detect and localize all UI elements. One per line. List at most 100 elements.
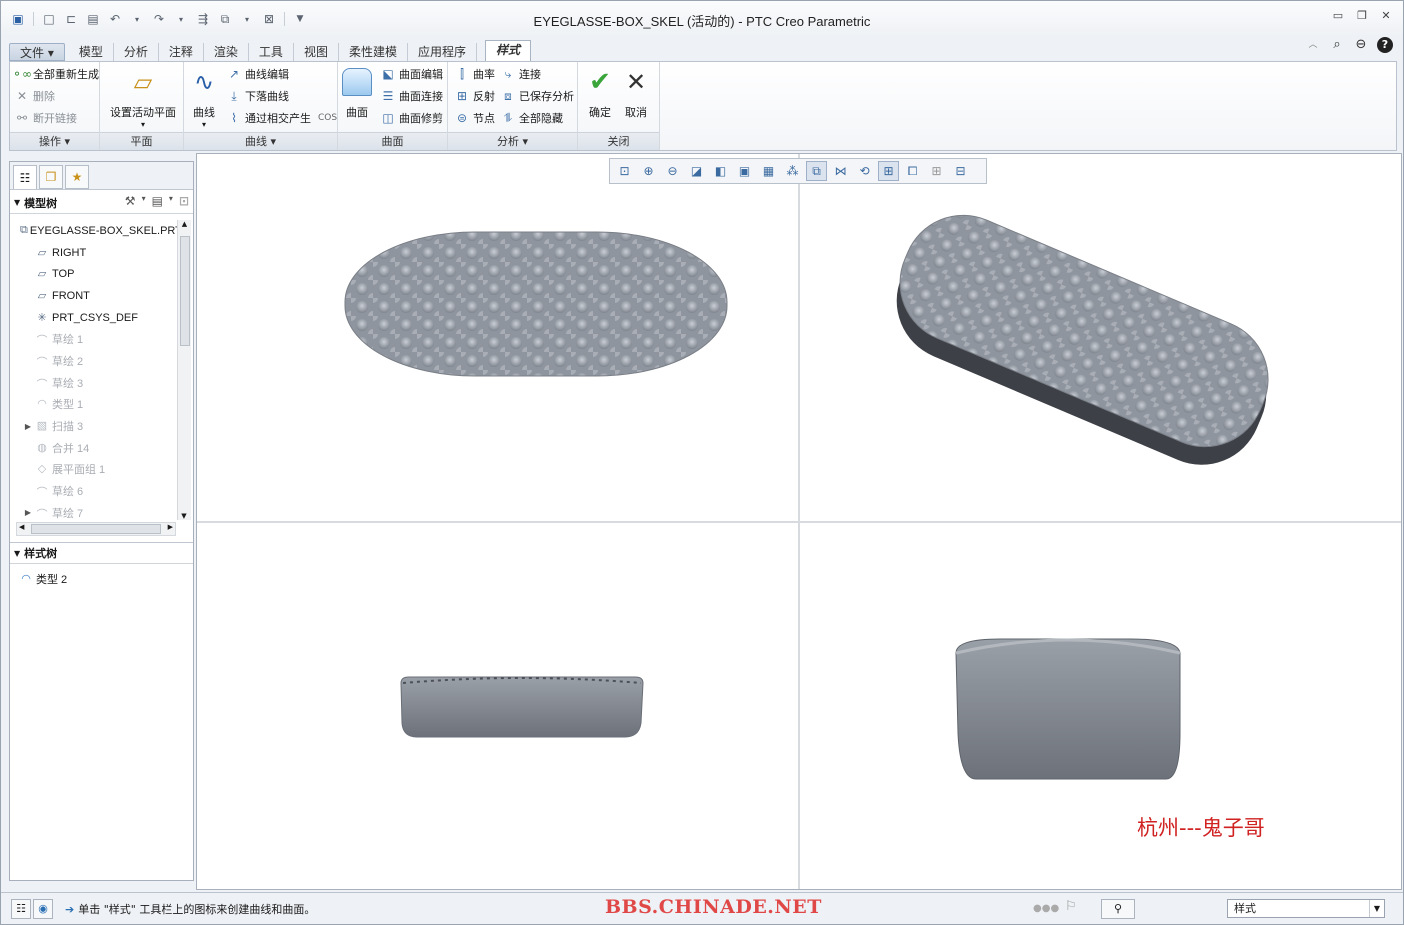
tree-item[interactable]: ▱ TOP bbox=[10, 263, 177, 285]
delete-button[interactable]: ✕ 删除 bbox=[14, 86, 55, 106]
merge-icon: ◍ bbox=[37, 441, 47, 454]
tree-item[interactable]: ▱ FRONT bbox=[10, 285, 177, 307]
ok-button[interactable]: ✔ 确定 bbox=[584, 66, 616, 120]
model-tree-tab-icon[interactable]: ☷ bbox=[13, 165, 37, 189]
folder-browser-tab-icon[interactable]: ❐ bbox=[39, 165, 63, 189]
box-side-view[interactable] bbox=[955, 638, 1181, 780]
flag-icon[interactable]: ⚐ bbox=[1065, 899, 1077, 914]
tree-item[interactable]: ▱ RIGHT bbox=[10, 242, 177, 264]
tree-item[interactable]: ◍ 合并 14 bbox=[10, 437, 177, 459]
break-link-button[interactable]: ⚯ 断开链接 bbox=[14, 108, 77, 128]
tree-item[interactable]: ✳ PRT_CSYS_DEF bbox=[10, 307, 177, 329]
tree-item[interactable]: ⌒ 草绘 3 bbox=[10, 372, 177, 394]
find-icon[interactable]: ⚲ bbox=[1101, 899, 1135, 919]
tab-render[interactable]: 渲染 bbox=[204, 43, 249, 61]
toggle-navigator-icon[interactable]: ☷ bbox=[11, 899, 31, 919]
minimize-ribbon-icon[interactable]: ︿ bbox=[1305, 37, 1321, 53]
group-footer-plane: 平面 bbox=[100, 132, 183, 150]
tree-item[interactable]: ▶ ⌒ 草绘 7 bbox=[10, 502, 177, 520]
tree-item[interactable]: ⌒ 草绘 6 bbox=[10, 480, 177, 502]
community-icon[interactable]: ⊖ bbox=[1353, 37, 1369, 53]
model-view-top-right[interactable] bbox=[800, 154, 1401, 521]
model-tree-header[interactable]: ▼ 模型树 ⚒ ▾ ▤ ▾ ⊡ bbox=[10, 192, 193, 214]
dropdown-icon: ▾ bbox=[140, 120, 145, 129]
surface-edit-button[interactable]: ⬕ 曲面编辑 bbox=[380, 64, 443, 84]
scroll-down-icon[interactable]: ▼ bbox=[178, 512, 190, 520]
tree-vertical-scrollbar[interactable]: ▲ ▼ bbox=[177, 220, 191, 520]
scroll-left-icon[interactable]: ◀ bbox=[19, 523, 24, 531]
tree-item-label: RIGHT bbox=[52, 246, 87, 259]
scroll-right-icon[interactable]: ▶ bbox=[168, 523, 173, 531]
saved-analysis-button[interactable]: ⧈ 已保存分析 bbox=[500, 86, 574, 106]
style-tree-item[interactable]: ◠ 类型 2 bbox=[18, 568, 67, 590]
set-active-plane-button[interactable]: ▱ 设置活动平面 ▾ bbox=[110, 66, 176, 129]
tab-flexible-modeling[interactable]: 柔性建模 bbox=[339, 43, 408, 61]
group-surfaces: 曲面 ⬕ 曲面编辑 ☰ 曲面连接 ◫ 曲面修剪 曲面 bbox=[338, 62, 448, 150]
footer-label: 曲线 bbox=[244, 135, 267, 148]
hide-all-button[interactable]: ⥮ 全部隐藏 bbox=[500, 108, 563, 128]
tab-file[interactable]: 文件 ▾ bbox=[9, 43, 65, 61]
intersect-curve-button[interactable]: ⌇ 通过相交产生 COS bbox=[226, 108, 337, 128]
settings-dropdown-icon[interactable]: ▾ bbox=[142, 194, 146, 208]
scroll-thumb[interactable] bbox=[180, 236, 190, 346]
search-icon[interactable]: ⌕ bbox=[1329, 37, 1345, 53]
style-tree-header[interactable]: ▼ 样式树 bbox=[10, 542, 193, 564]
tab-analysis[interactable]: 分析 bbox=[114, 43, 159, 61]
help-icon[interactable]: ? bbox=[1377, 37, 1393, 53]
selection-filter-select[interactable]: 样式 ▼ bbox=[1227, 899, 1385, 918]
dropdown-arrow-icon[interactable]: ▼ bbox=[1369, 900, 1384, 917]
group-footer-operations[interactable]: 操作 ▾ bbox=[10, 132, 99, 150]
tab-style[interactable]: 样式 bbox=[484, 40, 531, 61]
model-view-bottom-left[interactable] bbox=[197, 523, 798, 889]
tab-model[interactable]: 模型 bbox=[69, 43, 114, 61]
group-footer-analysis[interactable]: 分析 ▾ bbox=[448, 132, 577, 150]
box-top-view[interactable] bbox=[344, 231, 728, 377]
filter-icon[interactable]: ⊡ bbox=[179, 194, 189, 208]
curve-edit-button[interactable]: ↗ 曲线编辑 bbox=[226, 64, 289, 84]
tab-annotate[interactable]: 注释 bbox=[159, 43, 204, 61]
box-front-view[interactable] bbox=[400, 676, 644, 738]
show-icon[interactable]: ▤ bbox=[152, 194, 163, 208]
minimize-icon[interactable]: ▭ bbox=[1331, 9, 1345, 23]
tree-item[interactable]: ⧉ EYEGLASSE-BOX_SKEL.PRT bbox=[10, 220, 177, 242]
model-view-top-left[interactable] bbox=[197, 154, 798, 521]
close-icon[interactable]: ✕ bbox=[1379, 9, 1393, 23]
delete-icon: ✕ bbox=[16, 89, 28, 103]
graphics-viewport[interactable]: ⊡ ⊕ ⊖ ◪ ◧ ▣ ▦ ⁂ ⧉ ⋈ ⟲ ⊞ ⧠ ⊞ ⊟ 杭州---鬼子哥 bbox=[196, 153, 1402, 890]
curve-button[interactable]: ∿ 曲线 ▾ bbox=[188, 66, 220, 129]
tree-item[interactable]: ◠ 类型 1 bbox=[10, 394, 177, 416]
surface-trim-button[interactable]: ◫ 曲面修剪 bbox=[380, 108, 443, 128]
tab-tools[interactable]: 工具 bbox=[249, 43, 294, 61]
expand-icon[interactable]: ▶ bbox=[22, 422, 34, 431]
cancel-button[interactable]: ✕ 取消 bbox=[620, 66, 652, 120]
surface-button[interactable]: 曲面 bbox=[342, 66, 372, 120]
show-dropdown-icon[interactable]: ▾ bbox=[169, 194, 173, 208]
favorites-tab-icon[interactable]: ★ bbox=[65, 165, 89, 189]
window-controls: ▭ ❐ ✕ bbox=[1331, 9, 1393, 23]
tree-item-label: 草绘 3 bbox=[52, 377, 84, 390]
tree-item[interactable]: ▶ ▧ 扫描 3 bbox=[10, 415, 177, 437]
group-footer-curves[interactable]: 曲线 ▾ bbox=[184, 132, 337, 150]
maximize-icon[interactable]: ❐ bbox=[1355, 9, 1369, 23]
tab-view[interactable]: 视图 bbox=[294, 43, 339, 61]
model-view-bottom-right[interactable] bbox=[800, 523, 1401, 889]
tree-horizontal-scrollbar[interactable]: ◀ ▶ bbox=[16, 522, 176, 536]
connect-analysis-button[interactable]: ⤷ 连接 bbox=[500, 64, 541, 84]
expand-icon[interactable]: ▶ bbox=[22, 508, 34, 517]
curvature-button[interactable]: ⫿ 曲率 bbox=[454, 64, 495, 84]
browser-icon[interactable]: ◉ bbox=[33, 899, 53, 919]
drop-curve-button[interactable]: ⤓ 下落曲线 bbox=[226, 86, 289, 106]
node-button[interactable]: ⊜ 节点 bbox=[454, 108, 495, 128]
tree-item[interactable]: ⌒ 草绘 1 bbox=[10, 328, 177, 350]
tab-applications[interactable]: 应用程序 bbox=[408, 43, 477, 61]
tree-item[interactable]: ⌒ 草绘 2 bbox=[10, 350, 177, 372]
help-icons: ︿ ⌕ ⊖ ? bbox=[1305, 37, 1393, 53]
box-iso-top[interactable] bbox=[881, 197, 1286, 466]
scroll-thumb[interactable] bbox=[31, 524, 161, 534]
scroll-up-icon[interactable]: ▲ bbox=[178, 220, 191, 228]
regen-all-button[interactable]: ⚬∞ 全部重新生成 bbox=[12, 64, 99, 84]
reflection-button[interactable]: ⊞ 反射 bbox=[454, 86, 495, 106]
tree-item[interactable]: ◇ 展平面组 1 bbox=[10, 459, 177, 481]
settings-icon[interactable]: ⚒ bbox=[125, 194, 136, 208]
surface-connect-button[interactable]: ☰ 曲面连接 bbox=[380, 86, 443, 106]
